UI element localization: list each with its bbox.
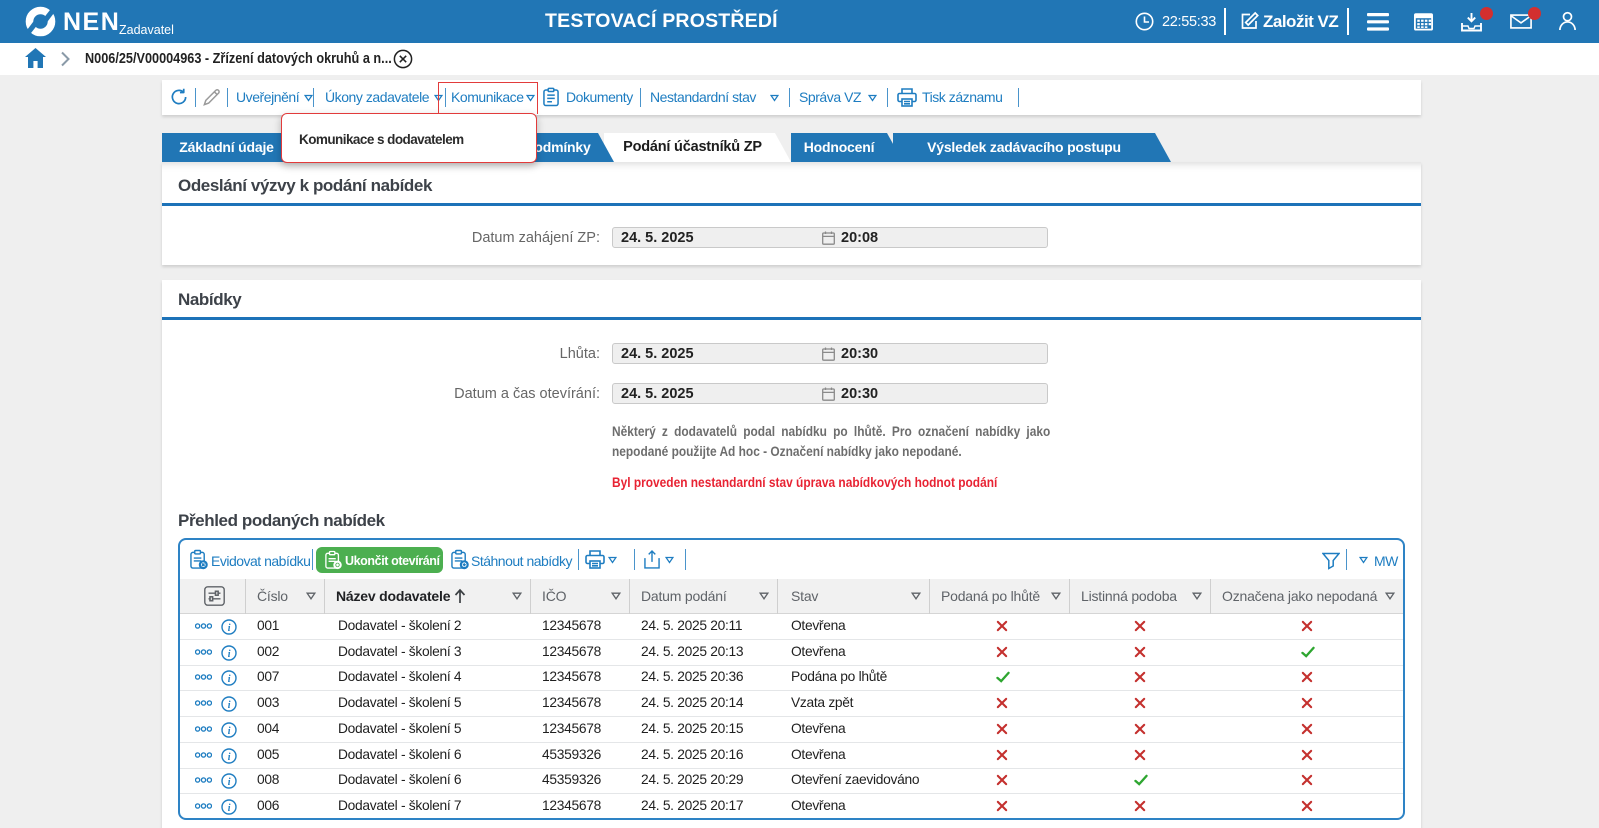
svg-text:i: i xyxy=(228,803,231,814)
svg-text:i: i xyxy=(228,700,231,711)
svg-text:i: i xyxy=(228,674,231,685)
svg-text:i: i xyxy=(228,726,231,737)
svg-text:i: i xyxy=(228,649,231,660)
svg-text:i: i xyxy=(228,623,231,634)
svg-text:i: i xyxy=(228,752,231,763)
svg-text:i: i xyxy=(228,777,231,788)
